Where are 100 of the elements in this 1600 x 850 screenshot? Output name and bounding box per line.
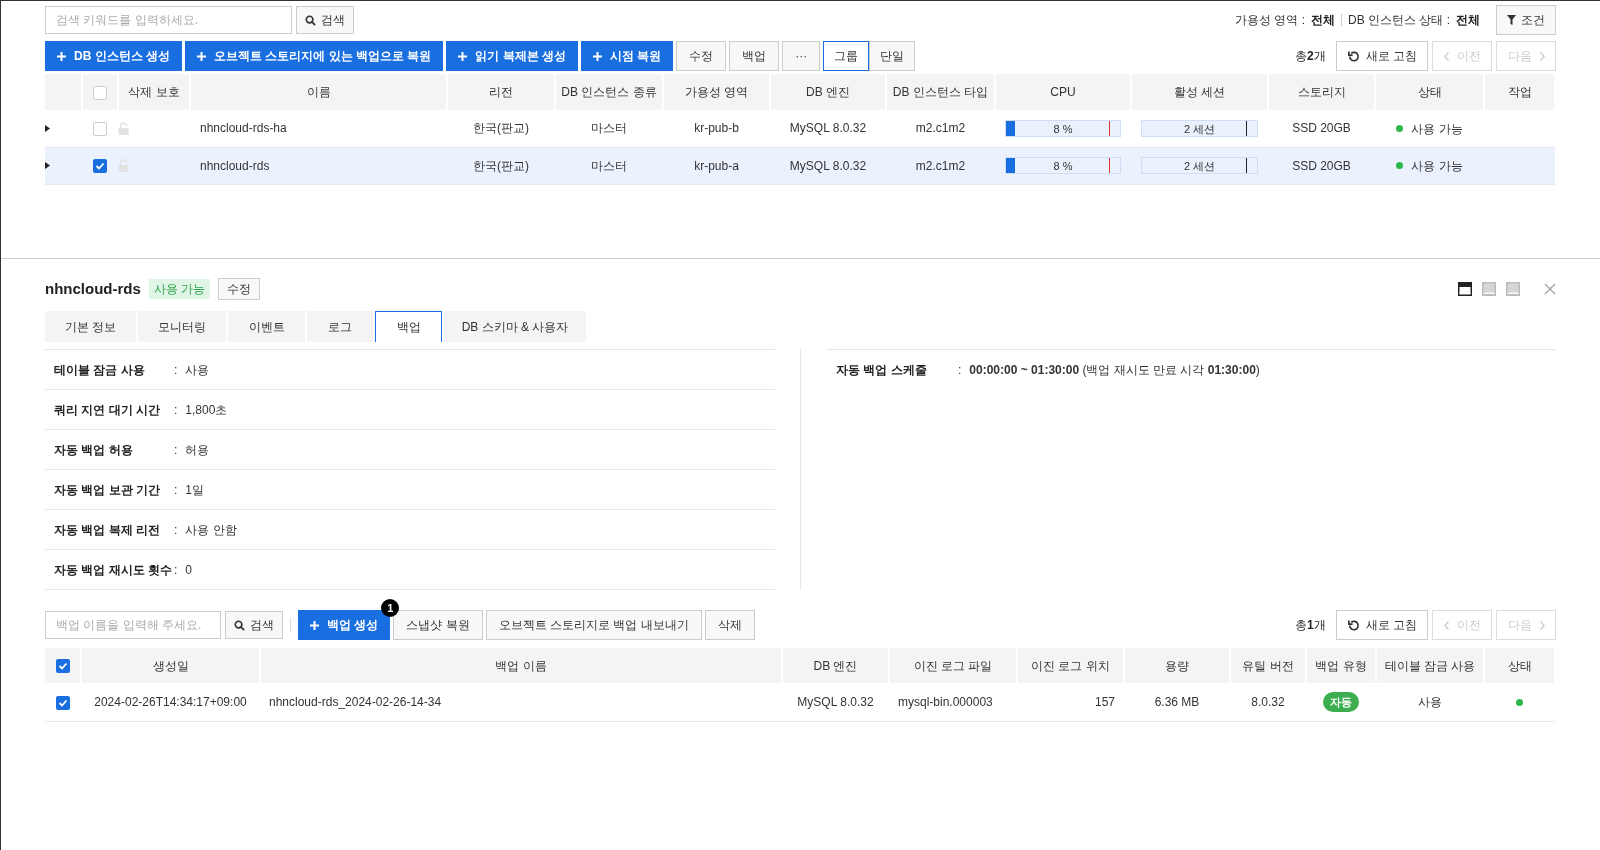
status-text: 사용 가능 [1411,120,1463,138]
table-cell: 마스터 [555,110,663,147]
table-cell: 6.36 MB [1124,683,1230,721]
column-header: DB 엔진 [782,648,889,683]
table-cell: 8.0.32 [1230,683,1306,721]
table-cell: 사용 [1376,683,1484,721]
table-row[interactable]: nhncloud-rds-ha 한국(판교) 마스터 kr-pub-b MySQL 8.0.32 m2.c1m2 8 % 2 세션 SSD 20GB 사용 가능 [45,110,1555,147]
toolbar-button[interactable]: ··· [782,41,821,71]
field-label: 자동 백업 스케줄 [836,362,928,379]
plus-icon [57,51,66,61]
toolbar-button[interactable]: 스냅샷 복원 [393,610,483,640]
table-cell: 157 [1017,683,1124,721]
table-cell: 2024-02-26T14:34:17+09:00 [81,683,260,721]
table-cell: kr-pub-b [663,110,770,147]
column-header: 유틸 버전 [1230,648,1306,683]
checkbox[interactable] [55,659,70,674]
lock-icon [118,159,129,172]
type-badge: 자동 [1323,691,1359,712]
column-header: 이진 로그 위치 [1017,648,1124,683]
primary-button[interactable]: 시점 복원 [581,41,674,71]
colon: : [174,561,178,579]
table-cell: kr-pub-a [663,147,770,184]
tab[interactable]: 로그 [307,311,373,342]
cpu-reading: 8 % [1053,159,1073,175]
field-value: 사용 [185,361,210,379]
search-field[interactable]: 검색 키워드를 입력하세요. [45,6,292,34]
refresh-button[interactable]: 새로 고침 [1335,610,1428,640]
tab[interactable]: DB 스키마 & 사용자 [444,311,586,342]
column-header: 상태 [1484,648,1555,683]
total-count: 총1개 [1294,617,1326,634]
plus-icon [197,51,206,61]
status-text: 사용 가능 [1411,157,1463,175]
column-header: 백업 유형 [1306,648,1376,683]
tab[interactable]: 이벤트 [228,311,305,342]
primary-button[interactable]: DB 인스턴스 생성 [45,41,182,71]
filter-value: 전체 [1456,12,1480,29]
plus-icon [310,620,319,630]
chevron-right-icon [1539,51,1545,61]
field-label: 자동 백업 보관 기간 [54,481,161,499]
field-label: 자동 백업 재시도 횟수 [54,561,173,579]
toolbar-button[interactable]: 백업 [729,41,780,71]
filter-icon [1507,15,1516,25]
column-header: 백업 이름 [260,648,782,683]
filter-button[interactable]: 조건 [1496,5,1556,35]
edit-button[interactable]: 수정 [218,278,261,300]
checkbox[interactable] [93,159,107,174]
toolbar-button[interactable]: 삭제 [704,610,755,640]
toolbar-button[interactable]: 수정 [676,41,727,71]
tab[interactable]: 모니터링 [138,311,226,342]
callout-number: 1 [381,599,400,617]
check-icon [58,697,68,708]
colon: : [174,401,178,419]
colon: : [174,521,178,539]
table-cell: nhncloud-rds_2024-02-26-14-34 [260,683,782,721]
expand-icon[interactable] [45,162,50,169]
search-icon [305,14,316,26]
table-cell: MySQL 8.0.32 [770,110,886,147]
checkbox[interactable] [93,122,107,137]
plus-icon [458,51,468,61]
field-value: 1일 [185,481,205,499]
view-toggle[interactable]: 단일 [869,41,916,71]
table-cell: 마스터 [555,147,663,184]
tab[interactable]: 백업 [375,311,442,342]
expand-icon[interactable] [45,124,50,132]
table-cell: mysql-bin.000003 [889,683,1017,721]
chevron-left-icon [1443,620,1449,630]
cpu-reading: 8 % [1053,122,1073,137]
refresh-icon [1346,49,1360,63]
field-label: 테이블 잠금 사용 [54,361,146,379]
primary-button[interactable]: 읽기 복제본 생성 [446,41,578,71]
refresh-button[interactable]: 새로 고침 [1335,41,1428,71]
checkbox[interactable] [93,85,107,100]
field-value: 0 [185,561,193,579]
layout-icon[interactable] [1458,282,1472,296]
view-toggle[interactable]: 그룹 [823,41,870,71]
instance-title: nhncloud-rds [45,278,141,299]
search-field[interactable]: 백업 이름을 입력해 주세요. [45,611,221,639]
plus-icon [593,51,602,61]
field-value: 사용 안함 [185,521,237,539]
refresh-icon [1346,618,1360,632]
status-badge: 사용 가능 [148,279,211,299]
filter-label: 가용성 영역 : [1234,12,1305,29]
table-cell: 한국(판교) [447,147,555,184]
search-button[interactable]: 검색 [225,611,283,639]
field-label: 쿼리 지연 대기 시간 [54,401,161,419]
check-icon [57,661,68,672]
colon: : [958,362,962,379]
toolbar-button[interactable]: 오브젝트 스토리지로 백업 내보내기 [485,610,702,640]
filter-label: DB 인스턴스 상태 : [1348,12,1450,29]
search-button[interactable]: 검색 [296,6,354,34]
session-reading: 2 세션 [1183,122,1216,137]
field-label: 자동 백업 허용 [54,441,134,459]
table-cell: SSD 20GB [1268,110,1375,147]
table-cell: 한국(판교) [447,110,555,147]
table-cell: nhncloud-rds-ha [190,110,447,147]
primary-button[interactable]: 오브젝트 스토리지에 있는 백업으로 복원 [185,41,444,71]
filter-value: 전체 [1311,12,1335,29]
tab[interactable]: 기본 정보 [45,311,136,342]
table-cell: SSD 20GB [1268,147,1375,184]
checkbox[interactable] [56,695,70,710]
